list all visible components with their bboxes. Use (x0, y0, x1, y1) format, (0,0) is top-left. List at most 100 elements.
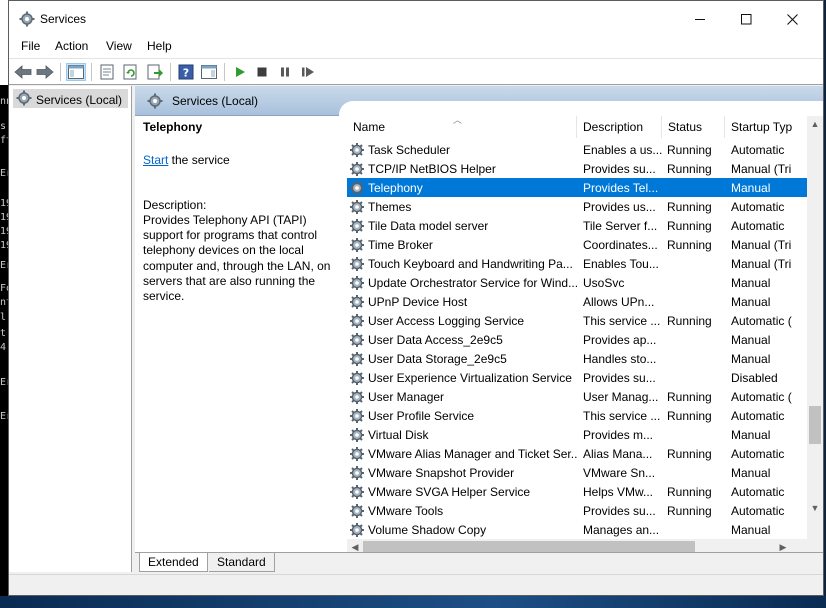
service-description-cell: Provides ap... (583, 333, 657, 347)
vertical-scrollbar[interactable]: ▲ ▼ (807, 116, 823, 539)
services-window: Services File Action View Help ? Service… (8, 0, 824, 596)
tree-node-services-local[interactable]: Services (Local) (13, 89, 129, 108)
show-hide-console-tree-icon[interactable] (66, 63, 86, 81)
action-pane-icon[interactable] (199, 63, 219, 81)
export-list-icon[interactable] (145, 63, 165, 81)
service-row[interactable]: Virtual Disk Provides m... Manual (347, 425, 807, 444)
service-row[interactable]: TCP/IP NetBIOS Helper Provides su... Runni… (347, 159, 807, 178)
service-name: Update Orchestrator Service for Wind... (368, 276, 577, 290)
service-row[interactable]: UPnP Device Host Allows UPn... Manual (347, 292, 807, 311)
service-description-cell: Provides su... (583, 504, 656, 518)
service-row[interactable]: User Manager User Manag... Running Automati… (347, 387, 807, 406)
service-row[interactable]: Task Scheduler Enables a us... Running Auto… (347, 140, 807, 159)
menu-help[interactable]: Help (147, 39, 172, 53)
column-status[interactable]: Status (662, 116, 725, 138)
service-name: Tile Data model server (368, 219, 489, 233)
service-status (667, 466, 727, 481)
service-row[interactable]: User Access Logging Service This service … (347, 311, 807, 330)
service-row[interactable]: Touch Keyboard and Handwriting Pa... Enab… (347, 254, 807, 273)
service-row[interactable]: Themes Provides us... Running Automatic (347, 197, 807, 216)
service-startup-type: Manual (Tri (731, 257, 792, 271)
service-startup-type: Manual (731, 181, 771, 195)
services-app-icon (19, 11, 35, 27)
services-list: ︿ Name Description Status Startup Typ Ta… (347, 115, 823, 555)
desktop-background (0, 596, 826, 608)
service-status (667, 257, 727, 272)
scroll-down-icon[interactable]: ▼ (807, 500, 823, 516)
service-name: Telephony (368, 181, 423, 195)
service-row[interactable]: User Experience Virtualization Service Pr… (347, 368, 807, 387)
maximize-button[interactable] (723, 1, 769, 37)
properties-icon[interactable] (97, 63, 117, 81)
service-startup-type: Automatic (731, 219, 785, 233)
service-gear-icon (349, 256, 365, 272)
close-button[interactable] (769, 1, 815, 37)
service-row[interactable]: User Data Access_2e9c5 Provides ap... Manu… (347, 330, 807, 349)
service-row[interactable]: Tile Data model server Tile Server f... Ru… (347, 216, 807, 235)
service-row[interactable]: Time Broker Coordinates... Running Manual (… (347, 235, 807, 254)
service-startup-type: Manual (731, 466, 771, 480)
start-service-link[interactable]: Start (143, 153, 168, 167)
service-startup-type: Automatic ( (731, 390, 792, 404)
view-tabs: Extended Standard (135, 552, 823, 572)
menu-bar: File Action View Help (9, 37, 823, 58)
menu-file[interactable]: File (21, 39, 40, 53)
service-row[interactable]: VMware Snapshot Provider VMware Sn... Manu… (347, 463, 807, 482)
service-row[interactable]: User Data Storage_2e9c5 Handles sto... Man… (347, 349, 807, 368)
service-status: Running (667, 485, 712, 499)
restart-service-icon[interactable] (298, 63, 318, 81)
service-row[interactable]: Volume Shadow Copy Manages an... Manual (347, 520, 807, 539)
help-icon[interactable]: ? (176, 63, 196, 81)
back-icon[interactable] (13, 63, 33, 81)
tab-extended[interactable]: Extended (139, 553, 208, 572)
refresh-icon[interactable] (121, 63, 141, 81)
service-row[interactable]: VMware Tools Provides su... Running Automat… (347, 501, 807, 520)
service-name: VMware Alias Manager and Ticket Ser... (368, 447, 577, 461)
service-status: Running (667, 314, 712, 328)
service-row[interactable]: User Profile Service This service ... Runn… (347, 406, 807, 425)
service-description-cell: Provides su... (583, 162, 656, 176)
service-status (667, 333, 727, 348)
description-label: Description: (143, 198, 207, 212)
service-startup-type: Manual (731, 352, 771, 366)
service-gear-icon (349, 218, 365, 234)
column-description[interactable]: Description (577, 116, 662, 138)
scroll-up-icon[interactable]: ▲ (807, 116, 823, 132)
service-name: User Profile Service (368, 409, 475, 423)
service-row[interactable]: Update Orchestrator Service for Wind... U… (347, 273, 807, 292)
column-startup-type[interactable]: Startup Typ (725, 116, 807, 138)
service-status: Running (667, 200, 712, 214)
menu-view[interactable]: View (106, 39, 132, 53)
service-status: Running (667, 219, 712, 233)
service-row[interactable]: VMware Alias Manager and Ticket Ser... Al… (347, 444, 807, 463)
tab-standard[interactable]: Standard (209, 553, 275, 572)
service-description-cell: Alias Mana... (583, 447, 653, 461)
service-description-cell: This service ... (583, 314, 661, 328)
minimize-button[interactable] (677, 1, 723, 37)
column-name[interactable]: ︿ Name (347, 115, 577, 138)
service-status: Running (667, 143, 712, 157)
start-service-icon[interactable] (230, 63, 250, 81)
service-startup-type: Automatic (731, 504, 785, 518)
service-startup-type: Automatic (731, 485, 785, 499)
service-status (667, 295, 727, 310)
service-startup-type: Automatic ( (731, 314, 792, 328)
stop-service-icon[interactable] (252, 63, 272, 81)
service-gear-icon (349, 446, 365, 462)
vertical-scroll-thumb[interactable] (809, 406, 821, 444)
service-gear-icon (349, 275, 365, 291)
service-status: Running (667, 162, 712, 176)
pause-service-icon[interactable] (275, 63, 295, 81)
service-row[interactable]: Telephony Provides Tel... Manual (347, 178, 807, 197)
service-status: Running (667, 238, 712, 252)
service-startup-type: Automatic (731, 200, 785, 214)
service-startup-type: Manual (Tri (731, 238, 792, 252)
service-description-cell: Tile Server f... (583, 219, 658, 233)
service-name: Touch Keyboard and Handwriting Pa... (368, 257, 573, 271)
menu-action[interactable]: Action (55, 39, 88, 53)
forward-icon[interactable] (35, 63, 55, 81)
service-description-cell: Coordinates... (583, 238, 658, 252)
title-bar[interactable]: Services (9, 1, 823, 37)
service-gear-icon (349, 294, 365, 310)
service-row[interactable]: VMware SVGA Helper Service Helps VMw... Ru… (347, 482, 807, 501)
